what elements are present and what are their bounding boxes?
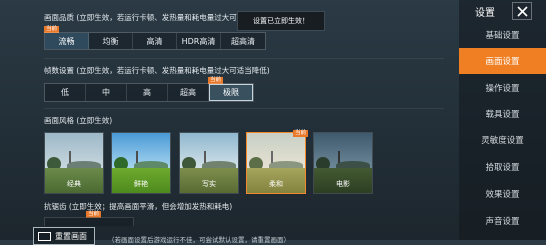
frame-rate-option-high[interactable]: 高 bbox=[127, 84, 168, 101]
thumb-tower bbox=[136, 151, 138, 163]
style-option-vivid[interactable]: 鲜艳 bbox=[111, 132, 171, 194]
graphics-quality-option-hdr[interactable]: HDR高清 bbox=[177, 33, 221, 49]
settings-applied-toast: 设置已立即生效！ bbox=[237, 11, 325, 31]
style-label: 经典 bbox=[67, 180, 81, 188]
sidebar-item-effects[interactable]: 效果设置 bbox=[459, 181, 546, 207]
graphics-quality-option-balanced[interactable]: 均衡 bbox=[89, 33, 133, 49]
sidebar-title: 设置 bbox=[475, 8, 495, 19]
style-option-classic[interactable]: 经典 bbox=[44, 132, 104, 194]
anti-alias-title: 抗锯齿 (立即生效；提高画面平滑，但会增加发热和耗电) bbox=[44, 202, 233, 211]
sidebar-item-basic[interactable]: 基础设置 bbox=[459, 22, 546, 48]
settings-sidebar: 设置 基础设置 画面设置 操作设置 载具设置 灵敏度设置 拾取设置 效果设置 声… bbox=[459, 0, 546, 240]
frame-rate-option-extreme[interactable]: 极限 bbox=[209, 84, 253, 101]
frame-rate-option-medium[interactable]: 中 bbox=[86, 84, 127, 101]
sidebar-item-sound[interactable]: 声音设置 bbox=[459, 208, 546, 234]
close-button[interactable] bbox=[512, 2, 532, 20]
graphics-quality-option-smooth[interactable]: 流畅 bbox=[45, 33, 89, 49]
thumb-tower bbox=[204, 151, 206, 163]
sidebar-item-pickup[interactable]: 拾取设置 bbox=[459, 154, 546, 180]
divider bbox=[44, 58, 444, 59]
style-option-cinema[interactable]: 电影 bbox=[313, 132, 373, 194]
graphics-quality-option-hd[interactable]: 高清 bbox=[133, 33, 177, 49]
sidebar-item-graphics[interactable]: 画面设置 bbox=[459, 48, 546, 74]
style-label: 柔和 bbox=[269, 180, 283, 188]
thumb-tower bbox=[69, 151, 71, 163]
reset-screen-icon bbox=[38, 231, 51, 241]
sidebar-item-sensitivity[interactable]: 灵敏度设置 bbox=[459, 127, 546, 153]
style-label: 电影 bbox=[336, 180, 350, 188]
footer-note: （若画面设置后游戏运行不佳，可尝试默认设置，请重置画面） bbox=[108, 236, 290, 244]
divider bbox=[44, 108, 444, 109]
sidebar-item-controls[interactable]: 操作设置 bbox=[459, 75, 546, 101]
style-label: 写实 bbox=[202, 180, 216, 188]
thumb-tower bbox=[338, 151, 340, 163]
frame-rate-option-ultra[interactable]: 超高 bbox=[168, 84, 209, 101]
style-option-soft[interactable]: 柔和 bbox=[246, 132, 306, 194]
style-current-tag: 当前 bbox=[293, 130, 309, 137]
close-icon bbox=[516, 5, 528, 17]
frame-rate-title: 帧数设置 (立即生效，若运行卡顿、发热量和耗电量过大可适当降低) bbox=[44, 66, 270, 75]
thumb-tower bbox=[271, 151, 273, 163]
sidebar-item-vehicle[interactable]: 载具设置 bbox=[459, 101, 546, 127]
graphics-quality-title: 画面品质 (立即生效，若运行卡顿、发热量和耗电量过大可适当 bbox=[44, 13, 252, 22]
frame-rate-selector: 低 中 高 超高 极限 bbox=[44, 83, 254, 102]
frame-rate-option-low[interactable]: 低 bbox=[45, 84, 86, 101]
style-label: 鲜艳 bbox=[134, 180, 148, 188]
reset-screen-button[interactable]: 重置画面 bbox=[33, 227, 95, 245]
graphics-quality-option-ultra-hd[interactable]: 超高清 bbox=[221, 33, 265, 49]
graphics-quality-selector: 流畅 均衡 高清 HDR高清 超高清 bbox=[44, 32, 266, 50]
anti-alias-selector[interactable] bbox=[44, 217, 134, 226]
style-option-realistic[interactable]: 写实 bbox=[179, 132, 239, 194]
style-title: 画面风格 (立即生效) bbox=[44, 116, 113, 125]
